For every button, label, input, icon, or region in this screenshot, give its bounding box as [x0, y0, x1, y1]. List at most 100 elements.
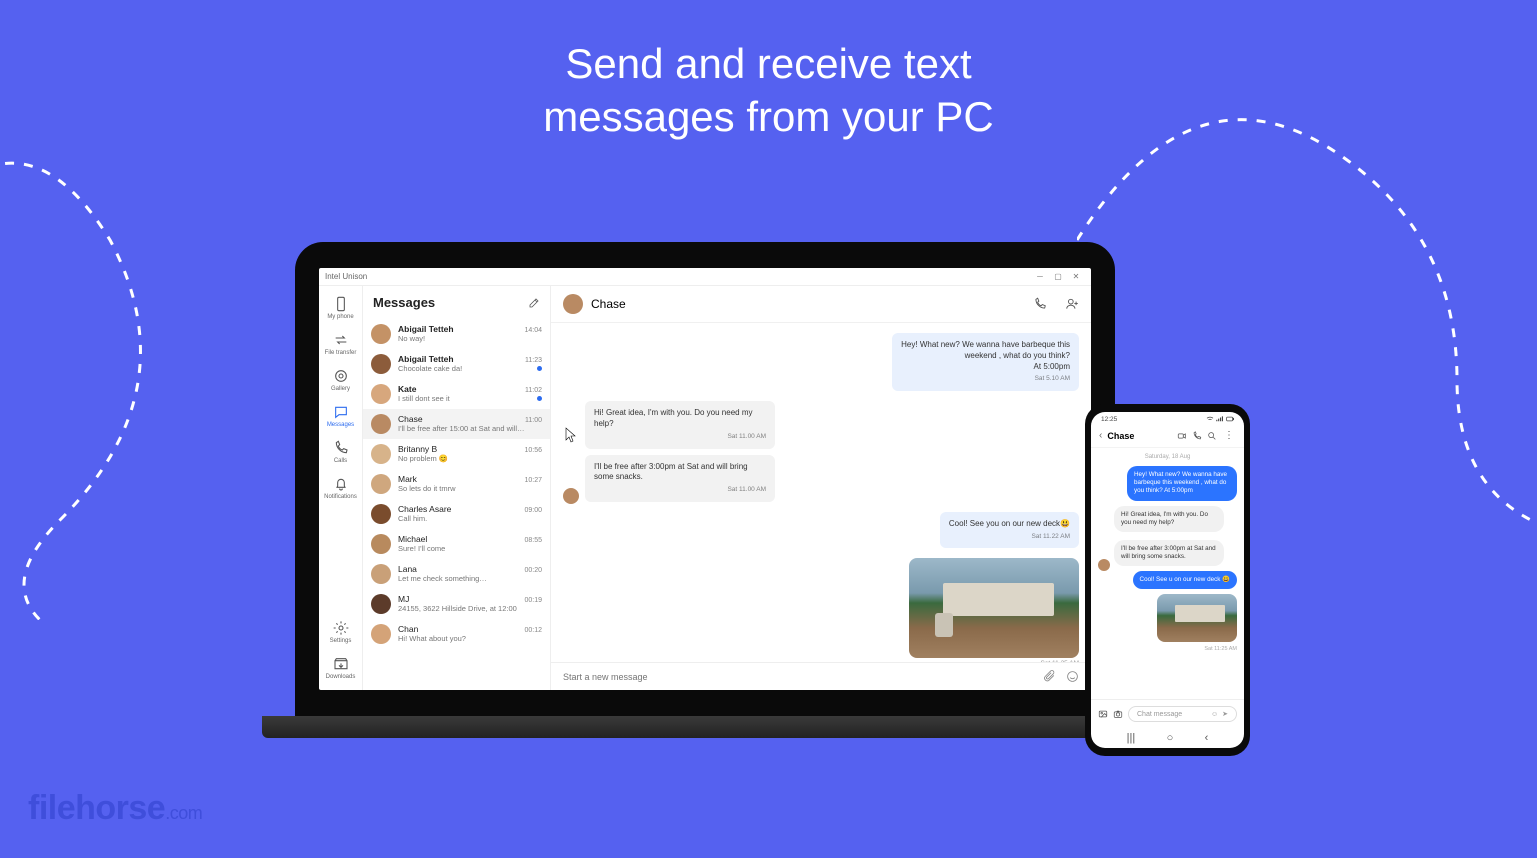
window-minimize-button[interactable]: ─: [1031, 272, 1049, 281]
phone-message-input[interactable]: Chat message ☺ ➤: [1128, 706, 1237, 722]
window-title: Intel Unison: [325, 272, 1031, 281]
phone-chat-scroll[interactable]: Saturday, 18 Aug Hey! What new? We wanna…: [1091, 448, 1244, 699]
chat-scroll[interactable]: Hey! What new? We wanna have barbeque th…: [551, 323, 1091, 662]
emoji-icon[interactable]: [1066, 670, 1079, 683]
conversation-item[interactable]: Abigail Tetteh 11:23 Chocolate cake da!: [363, 349, 550, 379]
transfer-icon: [333, 332, 349, 348]
video-call-icon[interactable]: [1177, 431, 1187, 441]
camera-icon[interactable]: [1113, 709, 1123, 719]
conversation-name: Chan: [398, 624, 524, 634]
message-timestamp: Sat 11.22 AM: [949, 533, 1070, 542]
conversation-item[interactable]: Kate 11:02 I still dont see it: [363, 379, 550, 409]
conversation-name: Mark: [398, 474, 524, 484]
conversation-preview: Hi! What about you?: [398, 634, 542, 643]
conversation-preview: Chocolate cake da!: [398, 364, 533, 373]
phone-call-icon[interactable]: [1192, 431, 1202, 441]
phone-home-button[interactable]: ○: [1167, 732, 1174, 744]
conversation-item[interactable]: Chase 11:00 I'll be free after 15:00 at …: [363, 409, 550, 439]
conversation-item[interactable]: MJ 00:19 24155, 3622 Hillside Drive, at …: [363, 589, 550, 619]
conversation-item[interactable]: Chan 00:12 Hi! What about you?: [363, 619, 550, 649]
nav-messages[interactable]: Messages: [322, 400, 360, 432]
conversation-time: 00:19: [524, 597, 542, 604]
sent-message: Cool! See you on our new deck😃 Sat 11.22…: [940, 512, 1079, 549]
conversation-item[interactable]: Michael 08:55 Sure! I'll come: [363, 529, 550, 559]
attachment-icon[interactable]: [1043, 670, 1056, 683]
phone-received-message: Hi! Great idea, I'm with you. Do you nee…: [1114, 506, 1224, 532]
image-icon[interactable]: [1098, 709, 1108, 719]
conversation-avatar: [371, 414, 391, 434]
phone-send-icon[interactable]: ➤: [1222, 710, 1228, 718]
headline-line1: Send and receive text: [565, 40, 971, 87]
conversation-avatar: [371, 534, 391, 554]
conversation-time: 11:23: [525, 357, 542, 364]
conversation-item[interactable]: Mark 10:27 So lets do it tmrw: [363, 469, 550, 499]
conversation-name: Lana: [398, 564, 524, 574]
conversation-item[interactable]: Lana 00:20 Let me check something…: [363, 559, 550, 589]
compose-icon[interactable]: [528, 297, 540, 309]
conversation-time: 09:00: [524, 507, 542, 514]
conversation-avatar: [371, 474, 391, 494]
nav-settings[interactable]: Settings: [322, 616, 360, 648]
search-icon[interactable]: [1207, 431, 1217, 441]
conversation-avatar: [371, 624, 391, 644]
chat-pane: Chase Hey! What new? We wanna have barbe…: [551, 286, 1091, 690]
phone-contact-name: Chase: [1107, 431, 1172, 441]
message-input[interactable]: [563, 672, 1033, 682]
window-titlebar: Intel Unison ─ ▢ ✕: [319, 268, 1091, 286]
phone-mockup: 12:25 ‹ Chase ⋮ Saturday, 18 Aug Hey! Wh…: [1085, 404, 1250, 756]
conversation-avatar: [371, 504, 391, 524]
conversation-time: 00:12: [524, 627, 542, 634]
conversation-preview: So lets do it tmrw: [398, 484, 542, 493]
chat-contact-name: Chase: [591, 297, 1015, 311]
conversation-preview: I'll be free after 15:00 at Sat and will…: [398, 424, 542, 433]
conversation-avatar: [371, 354, 391, 374]
phone-chat-header: ‹ Chase ⋮: [1091, 426, 1244, 448]
nav-notifications[interactable]: Notifications: [322, 472, 360, 504]
conversation-time: 00:20: [524, 567, 542, 574]
conversation-preview: Let me check something…: [398, 574, 542, 583]
battery-icon: [1226, 416, 1234, 422]
add-person-icon[interactable]: [1065, 297, 1079, 311]
nav-gallery[interactable]: Gallery: [322, 364, 360, 396]
window-close-button[interactable]: ✕: [1067, 272, 1085, 281]
nav-file-transfer[interactable]: File transfer: [322, 328, 360, 360]
conversation-avatar: [371, 444, 391, 464]
sent-image[interactable]: [909, 558, 1079, 658]
more-icon[interactable]: ⋮: [1222, 430, 1236, 441]
nav-calls[interactable]: Calls: [322, 436, 360, 468]
conversation-name: Michael: [398, 534, 524, 544]
received-message: Hi! Great idea, I'm with you. Do you nee…: [585, 401, 775, 448]
wifi-icon: [1206, 416, 1214, 422]
conversation-item[interactable]: Britanny B 10:56 No problem 😊: [363, 439, 550, 469]
phone-emoji-icon[interactable]: ☺: [1211, 711, 1218, 718]
cursor-icon: [565, 427, 577, 443]
back-icon[interactable]: ‹: [1099, 430, 1102, 441]
laptop-mockup: Intel Unison ─ ▢ ✕ My phone File transfe…: [295, 242, 1115, 738]
messages-icon: [333, 404, 349, 420]
conversation-item[interactable]: Abigail Tetteh 14:04 No way!: [363, 319, 550, 349]
conversation-avatar: [371, 564, 391, 584]
window-maximize-button[interactable]: ▢: [1049, 272, 1067, 281]
nav-my-phone[interactable]: My phone: [322, 292, 360, 324]
phone-time: 12:25: [1101, 416, 1204, 423]
phone-date-label: Saturday, 18 Aug: [1098, 454, 1237, 460]
phone-sent-image[interactable]: [1157, 594, 1237, 642]
conversation-name: Charles Asare: [398, 504, 524, 514]
signal-icon: [1216, 416, 1224, 422]
contact-avatar-small: [563, 488, 579, 504]
call-icon[interactable]: [1033, 297, 1047, 311]
conversation-item[interactable]: Charles Asare 09:00 Call him.: [363, 499, 550, 529]
phone-sent-message: Hey! What new? We wanna have barbeque th…: [1127, 466, 1237, 501]
message-timestamp: Sat 5.10 AM: [901, 375, 1070, 384]
nav-downloads[interactable]: Downloads: [322, 652, 360, 684]
gallery-icon: [333, 368, 349, 384]
calls-icon: [333, 440, 349, 456]
downloads-icon: [333, 656, 349, 672]
unread-dot: [537, 366, 542, 371]
phone-nav-bar: ||| ○ ‹: [1091, 728, 1244, 748]
conversation-preview: Sure! I'll come: [398, 544, 542, 553]
phone-back-button[interactable]: ‹: [1205, 732, 1209, 744]
bell-icon: [333, 476, 349, 492]
phone-recent-button[interactable]: |||: [1127, 732, 1136, 744]
navigation-rail: My phone File transfer Gallery Messages: [319, 286, 363, 690]
